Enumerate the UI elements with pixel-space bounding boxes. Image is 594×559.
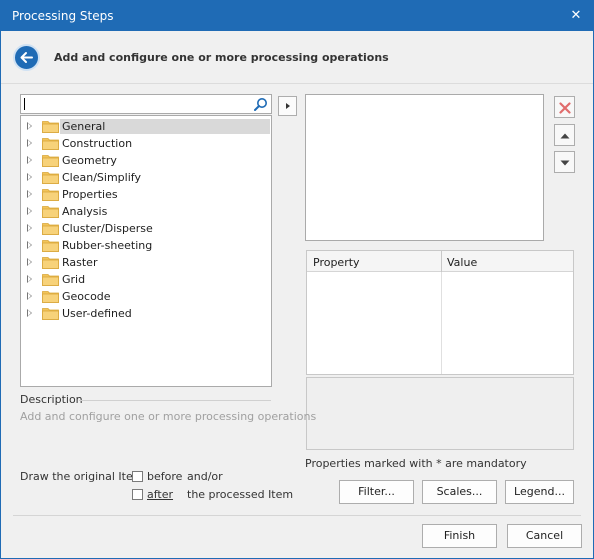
tree-item-label: User-defined [62, 307, 132, 320]
move-up-button[interactable] [554, 124, 575, 146]
search-input[interactable] [20, 94, 272, 114]
expand-arrow-icon[interactable] [27, 275, 32, 283]
before-checkbox[interactable] [132, 471, 143, 482]
expand-arrow-icon[interactable] [27, 292, 32, 300]
draw-original-label: Draw the original Item [20, 470, 144, 483]
tree-item[interactable]: Properties [22, 186, 270, 203]
footer-divider [13, 515, 581, 516]
tree-item-label: Construction [62, 137, 133, 150]
tree-item[interactable]: Analysis [22, 203, 270, 220]
and-or-label: and/or [187, 470, 223, 483]
back-arrow-icon[interactable] [13, 44, 40, 71]
close-icon[interactable]: ✕ [559, 1, 593, 31]
selected-steps-list[interactable] [305, 94, 544, 241]
column-header-value[interactable]: Value [447, 256, 477, 269]
folder-icon [42, 189, 59, 201]
tree-item-label: Geometry [62, 154, 117, 167]
processed-item-label: the processed Item [187, 488, 294, 501]
properties-header: Property Value [307, 251, 573, 272]
before-label[interactable]: before [147, 470, 182, 483]
tree-item[interactable]: Geocode [22, 288, 270, 305]
finish-button[interactable]: Finish [422, 524, 497, 548]
tree-item-label: Grid [62, 273, 86, 286]
expand-arrow-icon[interactable] [27, 241, 32, 249]
folder-icon [42, 121, 59, 133]
tree-item[interactable]: Construction [22, 135, 270, 152]
folder-icon [42, 223, 59, 235]
delete-icon [559, 102, 571, 114]
triangle-down-icon [560, 160, 570, 166]
folder-icon [42, 257, 59, 269]
title-bar: Processing Steps ✕ [1, 1, 593, 31]
property-description-panel [306, 377, 574, 450]
expand-arrow-icon[interactable] [27, 173, 32, 181]
triangle-up-icon [560, 133, 570, 139]
page-title: Add and configure one or more processing… [54, 51, 389, 64]
tree-item-label: Raster [62, 256, 98, 269]
mandatory-note: Properties marked with * are mandatory [305, 457, 527, 470]
tree-item-label: Clean/Simplify [62, 171, 141, 184]
description-divider [79, 400, 271, 401]
expand-arrow-icon[interactable] [27, 309, 32, 317]
expand-arrow-icon[interactable] [27, 122, 32, 130]
tree-item[interactable]: Geometry [22, 152, 270, 169]
expand-arrow-icon[interactable] [27, 190, 32, 198]
after-label[interactable]: after [147, 488, 173, 501]
after-checkbox[interactable] [132, 489, 143, 500]
tree-item[interactable]: User-defined [22, 305, 270, 322]
folder-icon [42, 138, 59, 150]
cancel-button[interactable]: Cancel [507, 524, 582, 548]
expand-arrow-icon[interactable] [27, 258, 32, 266]
tree-item[interactable]: Grid [22, 271, 270, 288]
tree-item[interactable]: Raster [22, 254, 270, 271]
folder-icon [42, 172, 59, 184]
add-step-button[interactable] [278, 96, 297, 116]
tree-item-label: Geocode [62, 290, 111, 303]
search-icon[interactable] [253, 97, 268, 115]
delete-step-button[interactable] [554, 96, 575, 118]
folder-icon [42, 291, 59, 303]
expand-arrow-icon[interactable] [27, 139, 32, 147]
expand-arrow-icon[interactable] [27, 224, 32, 232]
tree-item-label: Properties [62, 188, 118, 201]
folder-icon [42, 274, 59, 286]
folder-icon [42, 206, 59, 218]
scales-button[interactable]: Scales... [422, 480, 497, 504]
expand-arrow-icon[interactable] [27, 207, 32, 215]
tree-item[interactable]: Cluster/Disperse [22, 220, 270, 237]
properties-grid[interactable]: Property Value [306, 250, 574, 375]
window-title: Processing Steps [12, 9, 114, 23]
header-divider[interactable] [441, 251, 442, 272]
tree-item-label: Rubber-sheeting [62, 239, 153, 252]
description-label: Description [20, 393, 83, 406]
description-text: Add and configure one or more processing… [20, 410, 317, 423]
folder-icon [42, 240, 59, 252]
dialog-header: Add and configure one or more processing… [1, 31, 593, 84]
tree-item-label: Cluster/Disperse [62, 222, 153, 235]
processing-steps-dialog: Processing Steps ✕ Add and configure one… [0, 0, 594, 559]
tree-item-label: Analysis [62, 205, 108, 218]
filter-button[interactable]: Filter... [339, 480, 414, 504]
expand-arrow-icon[interactable] [27, 156, 32, 164]
tree-item[interactable]: Clean/Simplify [22, 169, 270, 186]
tree-item[interactable]: Rubber-sheeting [22, 237, 270, 254]
text-cursor [24, 98, 25, 110]
legend-button[interactable]: Legend... [505, 480, 574, 504]
folder-icon [42, 308, 59, 320]
tree-item-label: General [60, 119, 270, 134]
tree-item[interactable]: General [22, 118, 270, 135]
folder-icon [42, 155, 59, 167]
move-down-button[interactable] [554, 151, 575, 173]
column-header-property[interactable]: Property [313, 256, 360, 269]
operations-tree[interactable]: General Construction Geometry Clean/Simplif… [20, 115, 272, 387]
